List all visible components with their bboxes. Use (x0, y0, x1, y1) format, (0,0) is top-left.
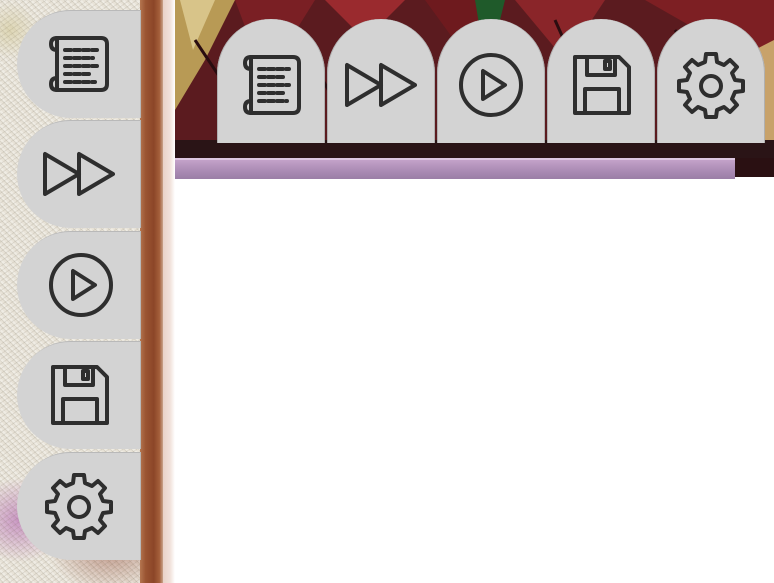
side-save-button[interactable] (17, 341, 141, 449)
side-settings-button[interactable] (17, 452, 141, 560)
top-save-button[interactable] (547, 19, 655, 143)
settings-gear-icon (43, 472, 115, 540)
scroll-log-icon (43, 30, 115, 98)
auto-play-icon (43, 251, 115, 319)
auto-play-icon (455, 49, 527, 121)
top-fast-forward-button[interactable] (327, 19, 435, 143)
top-auto-play-button[interactable] (437, 19, 545, 143)
save-icon (565, 49, 637, 121)
fast-forward-icon (43, 140, 115, 208)
scene-corner (735, 158, 774, 177)
side-fast-forward-button[interactable] (17, 120, 141, 228)
side-auto-play-button[interactable] (17, 231, 141, 339)
top-log-button[interactable] (217, 19, 325, 143)
scroll-log-icon (235, 49, 307, 121)
side-log-button[interactable] (17, 10, 141, 118)
top-settings-button[interactable] (657, 19, 765, 143)
dialogue-box-top (175, 158, 735, 179)
save-icon (43, 361, 115, 429)
fast-forward-icon (345, 49, 417, 121)
panel-divider-edge (163, 0, 175, 583)
settings-gear-icon (675, 49, 747, 121)
panel-divider (140, 0, 163, 583)
